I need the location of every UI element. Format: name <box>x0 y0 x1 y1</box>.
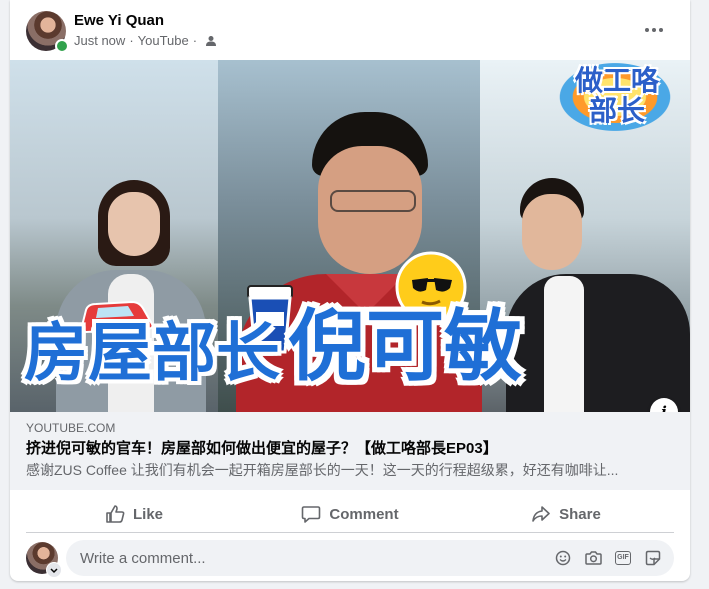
sticker-icon[interactable] <box>644 549 662 567</box>
share-button[interactable]: Share <box>458 496 674 532</box>
comment-label: Comment <box>329 505 399 523</box>
more-options-icon[interactable] <box>642 20 666 40</box>
like-label: Like <box>132 505 163 523</box>
like-button[interactable]: Like <box>26 496 242 532</box>
link-preview-image[interactable]: 做工咯 部长 房屋部长 倪可敏 i <box>10 60 690 412</box>
post-source: YouTube <box>137 33 189 48</box>
post-card: Ewe Yi Quan Just now · YouTube · 做工咯 部长 … <box>10 0 690 581</box>
post-actions-bar: Like Comment Share <box>26 496 674 533</box>
host-face <box>522 194 582 270</box>
link-domain: YOUTUBE.COM <box>26 421 116 435</box>
overlay-title-part2: 倪可敏 <box>288 302 523 392</box>
meta-separator: · <box>192 33 198 48</box>
post-time[interactable]: Just now <box>74 33 125 48</box>
author-name[interactable]: Ewe Yi Quan <box>74 12 164 29</box>
friends-icon[interactable] <box>205 35 217 47</box>
woman-face <box>108 192 160 256</box>
comment-composer: GIF <box>26 540 674 578</box>
thumbs-up-icon <box>106 505 125 523</box>
show-logo-text: 做工咯 部长 <box>574 65 659 126</box>
share-arrow-icon <box>532 506 550 522</box>
emoji-icon[interactable] <box>554 549 572 567</box>
camera-icon[interactable] <box>584 549 602 567</box>
comment-input[interactable] <box>78 548 554 568</box>
link-title[interactable]: 挤进倪可敏的官车！房屋部如何做出便宜的屋子？【做工咯部長EP03】 <box>26 438 674 460</box>
overlay-title-part1: 房屋部长 <box>24 317 280 391</box>
online-status-dot <box>55 39 69 53</box>
chevron-down-icon[interactable] <box>46 562 62 578</box>
comment-bubble-icon <box>302 506 321 523</box>
post-header: Ewe Yi Quan Just now · YouTube · <box>26 10 680 53</box>
post-meta: Just now · YouTube · <box>74 33 217 48</box>
meta-separator: · <box>129 33 134 48</box>
link-description: 感谢ZUS Coffee 让我们有机会一起开箱房屋部长的一天！这一天的行程超级累… <box>26 462 619 478</box>
link-info[interactable]: YOUTUBE.COM 挤进倪可敏的官车！房屋部如何做出便宜的屋子？【做工咯部長… <box>10 412 690 490</box>
comment-box[interactable]: GIF <box>66 540 674 576</box>
comment-button[interactable]: Comment <box>242 496 458 532</box>
gif-icon[interactable]: GIF <box>614 549 632 567</box>
comment-tools: GIF <box>554 549 662 567</box>
minister-glasses <box>330 190 416 212</box>
share-label: Share <box>559 505 601 523</box>
thumbnail-overlay-title: 房屋部长 倪可敏 <box>24 308 684 386</box>
